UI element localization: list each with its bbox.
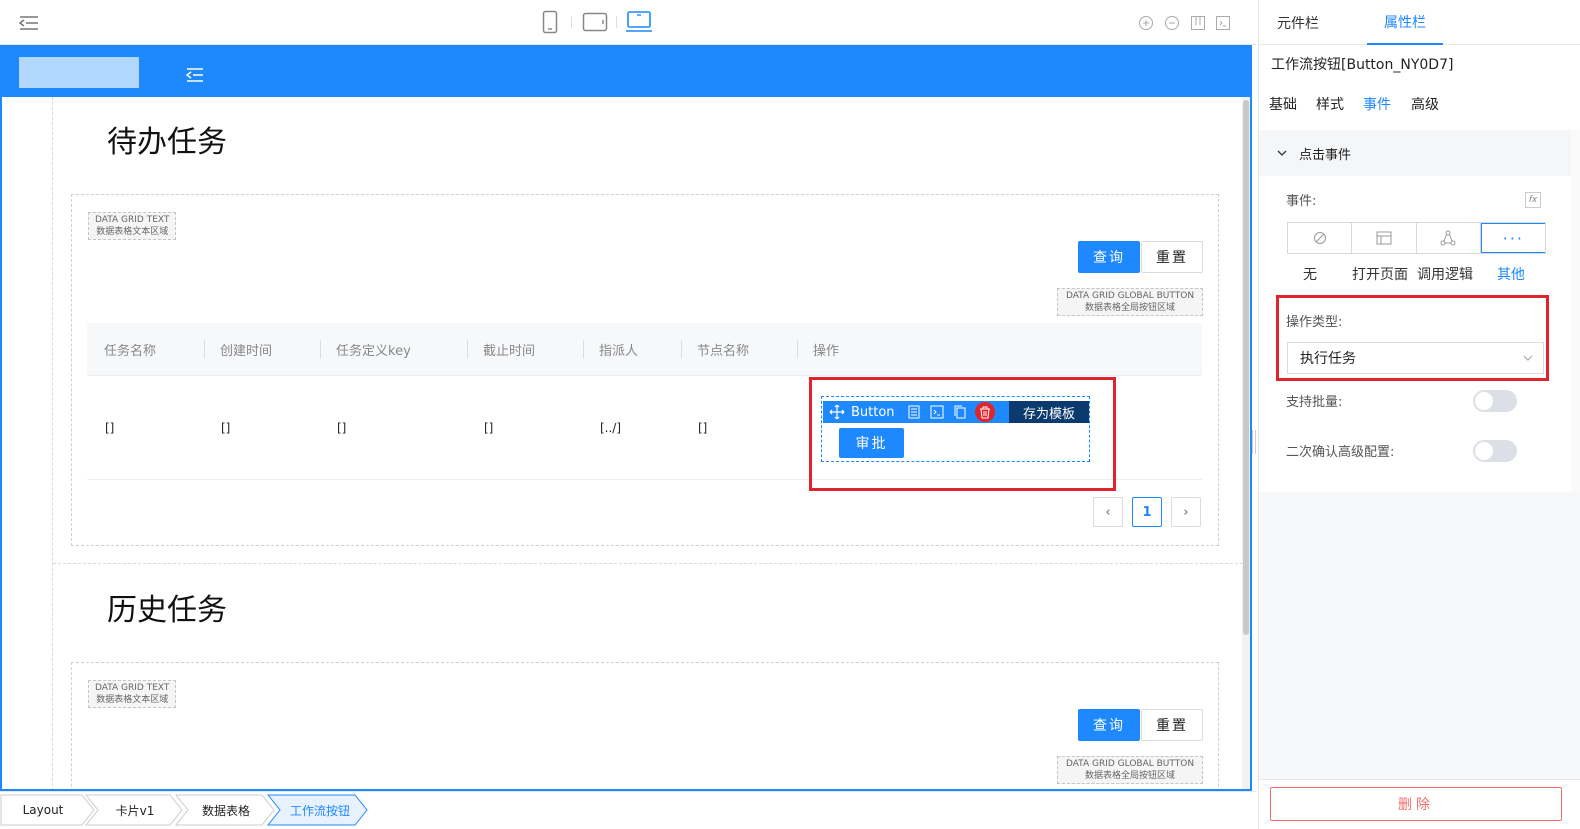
- event-open-page-icon[interactable]: [1352, 223, 1417, 253]
- zoom-in-icon[interactable]: [1137, 14, 1155, 32]
- confirm-config-toggle[interactable]: [1473, 440, 1517, 462]
- event-option-other[interactable]: 其他: [1497, 264, 1525, 284]
- grid-text-area-tag: DATA GRID TEXT 数据表格文本区域: [88, 212, 177, 240]
- subtab-style[interactable]: 样式: [1316, 94, 1344, 114]
- click-event-section[interactable]: 点击事件: [1259, 130, 1571, 176]
- col-create-time[interactable]: 创建时间: [220, 323, 272, 375]
- chevron-down-icon: [1277, 149, 1287, 157]
- batch-support-toggle[interactable]: [1473, 390, 1517, 412]
- subtab-advanced[interactable]: 高级: [1411, 94, 1439, 114]
- component-type-label: Button: [851, 404, 895, 420]
- page-title-history: 历史任务: [107, 593, 227, 628]
- save-template-button[interactable]: 存为模板: [1009, 401, 1089, 423]
- event-option-none[interactable]: 无: [1303, 264, 1317, 284]
- col-task-name[interactable]: 任务名称: [104, 323, 156, 375]
- crumb-workflow-button[interactable]: 工作流按钮: [282, 795, 358, 825]
- subtab-event[interactable]: 事件: [1363, 94, 1391, 114]
- cell-task-name: []: [105, 421, 115, 435]
- chevron-down-icon: [1523, 354, 1533, 362]
- card-container: 待办任务 DATA GRID TEXT 数据表格文本区域 查询 重置 DATA …: [52, 97, 1244, 789]
- confirm-config-label: 二次确认高级配置:: [1286, 445, 1395, 460]
- top-toolbar: [0, 0, 1256, 45]
- crumb-data-grid[interactable]: 数据表格: [190, 795, 262, 825]
- grid-global-button-tag: DATA GRID GLOBAL BUTTON 数据表格全局按钮区域: [1057, 288, 1203, 316]
- code-icon[interactable]: [1214, 14, 1232, 32]
- reset-button[interactable]: 重置: [1141, 709, 1203, 741]
- col-assignee[interactable]: 指派人: [599, 323, 638, 375]
- col-deadline[interactable]: 截止时间: [483, 323, 535, 375]
- tab-properties[interactable]: 属性栏: [1367, 0, 1443, 45]
- logo-placeholder: [19, 57, 139, 88]
- app-header-bar: [2, 45, 1250, 97]
- event-label: 事件:: [1286, 194, 1317, 209]
- event-option-open-page[interactable]: 打开页面: [1352, 264, 1408, 284]
- zoom-out-icon[interactable]: [1163, 14, 1181, 32]
- event-option-call-logic[interactable]: 调用逻辑: [1417, 264, 1473, 284]
- history-data-grid: DATA GRID TEXT 数据表格文本区域 查询 重置 DATA GRID …: [71, 662, 1219, 789]
- pager-next-button[interactable]: ›: [1171, 497, 1201, 527]
- panel-splitter[interactable]: [1252, 430, 1256, 454]
- grid-text-area-tag: DATA GRID TEXT 数据表格文本区域: [88, 680, 177, 708]
- cell-task-def-key: []: [337, 421, 347, 435]
- copy-icon[interactable]: [953, 405, 967, 419]
- col-actions: 操作: [813, 343, 840, 359]
- grid-global-button-tag: DATA GRID GLOBAL BUTTON 数据表格全局按钮区域: [1057, 756, 1203, 784]
- script-icon[interactable]: [930, 405, 944, 419]
- function-fx-icon[interactable]: fx: [1525, 192, 1541, 208]
- col-node-name[interactable]: 节点名称: [697, 323, 749, 375]
- page-title-pending: 待办任务: [107, 125, 227, 160]
- canvas-scroll-thumb[interactable]: [1243, 100, 1249, 635]
- event-type-group: ···: [1287, 222, 1546, 254]
- mobile-view-icon[interactable]: [540, 10, 560, 34]
- collapse-menu-icon[interactable]: [18, 14, 40, 32]
- approve-button[interactable]: 审批: [839, 428, 904, 458]
- cell-node-name: []: [698, 421, 708, 435]
- property-panel: 元件栏 属性栏 工作流按钮[Button_NY0D7] 基础 样式 事件 高级 …: [1258, 0, 1580, 829]
- event-other-icon[interactable]: ···: [1480, 223, 1545, 253]
- event-none-icon[interactable]: [1288, 223, 1353, 253]
- pending-data-grid: DATA GRID TEXT 数据表格文本区域 查询 重置 DATA GRID …: [71, 194, 1219, 546]
- cell-deadline: []: [484, 421, 494, 435]
- menu-fold-icon[interactable]: [185, 67, 204, 82]
- query-button[interactable]: 查询: [1078, 709, 1140, 741]
- operation-type-select[interactable]: 执行任务: [1287, 342, 1544, 374]
- tablet-view-icon[interactable]: [582, 11, 608, 33]
- cell-assignee: [../]: [600, 421, 622, 435]
- crumb-card[interactable]: 卡片v1: [100, 795, 170, 825]
- props-icon[interactable]: [907, 405, 921, 419]
- crumb-layout[interactable]: Layout: [8, 795, 78, 825]
- design-canvas: 待办任务 DATA GRID TEXT 数据表格文本区域 查询 重置 DATA …: [0, 45, 1252, 791]
- grid-layout-icon[interactable]: [1189, 14, 1207, 32]
- component-title: 工作流按钮[Button_NY0D7]: [1271, 57, 1454, 73]
- pager-prev-button[interactable]: ‹: [1093, 497, 1123, 527]
- reset-button[interactable]: 重置: [1141, 241, 1203, 273]
- pager-page-button[interactable]: 1: [1132, 497, 1162, 527]
- batch-support-label: 支持批量:: [1286, 395, 1343, 410]
- subtab-basic[interactable]: 基础: [1269, 94, 1297, 114]
- move-handle-icon[interactable]: [829, 404, 845, 420]
- breadcrumb: Layout 卡片v1 数据表格 工作流按钮: [0, 791, 1256, 829]
- desktop-view-icon[interactable]: [626, 10, 652, 34]
- operation-type-label: 操作类型:: [1286, 315, 1343, 330]
- event-call-logic-icon[interactable]: [1417, 223, 1481, 253]
- cell-create-time: []: [221, 421, 231, 435]
- delete-icon[interactable]: [974, 402, 995, 422]
- col-task-def-key[interactable]: 任务定义key: [336, 323, 411, 375]
- query-button[interactable]: 查询: [1078, 241, 1140, 273]
- tab-components[interactable]: 元件栏: [1263, 0, 1333, 45]
- delete-component-button[interactable]: 删除: [1270, 787, 1562, 821]
- table-header: 任务名称 创建时间 任务定义key 截止时间 指派人 节点名称 操作: [87, 323, 1202, 375]
